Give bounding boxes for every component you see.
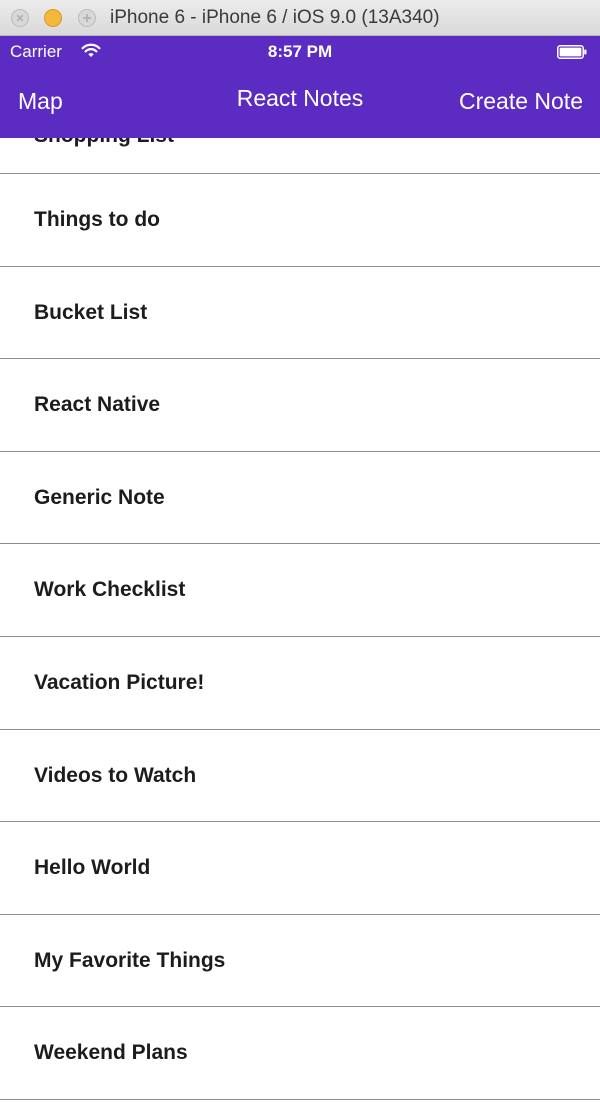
- note-title: Work Checklist: [34, 578, 186, 602]
- window-titlebar: iPhone 6 - iPhone 6 / iOS 9.0 (13A340): [0, 0, 600, 36]
- list-item[interactable]: Weekend Plans: [0, 1007, 600, 1100]
- list-item[interactable]: Things to do: [0, 174, 600, 267]
- list-item[interactable]: Videos to Watch: [0, 730, 600, 823]
- list-item[interactable]: Work Checklist: [0, 544, 600, 637]
- note-title: Shopping List: [34, 138, 174, 148]
- note-title: Bucket List: [34, 300, 148, 324]
- create-note-button[interactable]: Create Note: [459, 88, 583, 115]
- ios-status-bar: Carrier 8:57 PM: [0, 36, 600, 68]
- list-item-partial[interactable]: Shopping List: [0, 138, 600, 174]
- list-item[interactable]: My Favorite Things: [0, 915, 600, 1008]
- window-title: iPhone 6 - iPhone 6 / iOS 9.0 (13A340): [110, 7, 440, 28]
- note-title: Hello World: [34, 856, 151, 880]
- note-title: Things to do: [34, 208, 160, 231]
- note-title: Vacation Picture!: [34, 670, 205, 694]
- list-item[interactable]: Generic Note: [0, 452, 600, 545]
- list-item[interactable]: Hello World: [0, 822, 600, 915]
- note-title: My Favorite Things: [34, 948, 226, 972]
- close-window-button[interactable]: [11, 9, 29, 27]
- note-title: Videos to Watch: [34, 763, 197, 787]
- list-item[interactable]: React Native: [0, 359, 600, 452]
- navigation-bar: Map React Notes Create Note: [0, 68, 600, 138]
- list-item[interactable]: Bucket List: [0, 267, 600, 360]
- list-item[interactable]: Vacation Picture!: [0, 637, 600, 730]
- zoom-window-button[interactable]: [78, 9, 96, 27]
- notes-list[interactable]: Shopping List Things to do Bucket List R…: [0, 138, 600, 1102]
- simulator-window: iPhone 6 - iPhone 6 / iOS 9.0 (13A340) C…: [0, 0, 600, 1102]
- note-title: Weekend Plans: [34, 1041, 188, 1065]
- note-title: React Native: [34, 393, 161, 417]
- minimize-window-button[interactable]: [44, 9, 62, 27]
- status-time: 8:57 PM: [267, 42, 333, 61]
- note-title: Generic Note: [34, 485, 165, 509]
- battery-icon: [557, 45, 587, 59]
